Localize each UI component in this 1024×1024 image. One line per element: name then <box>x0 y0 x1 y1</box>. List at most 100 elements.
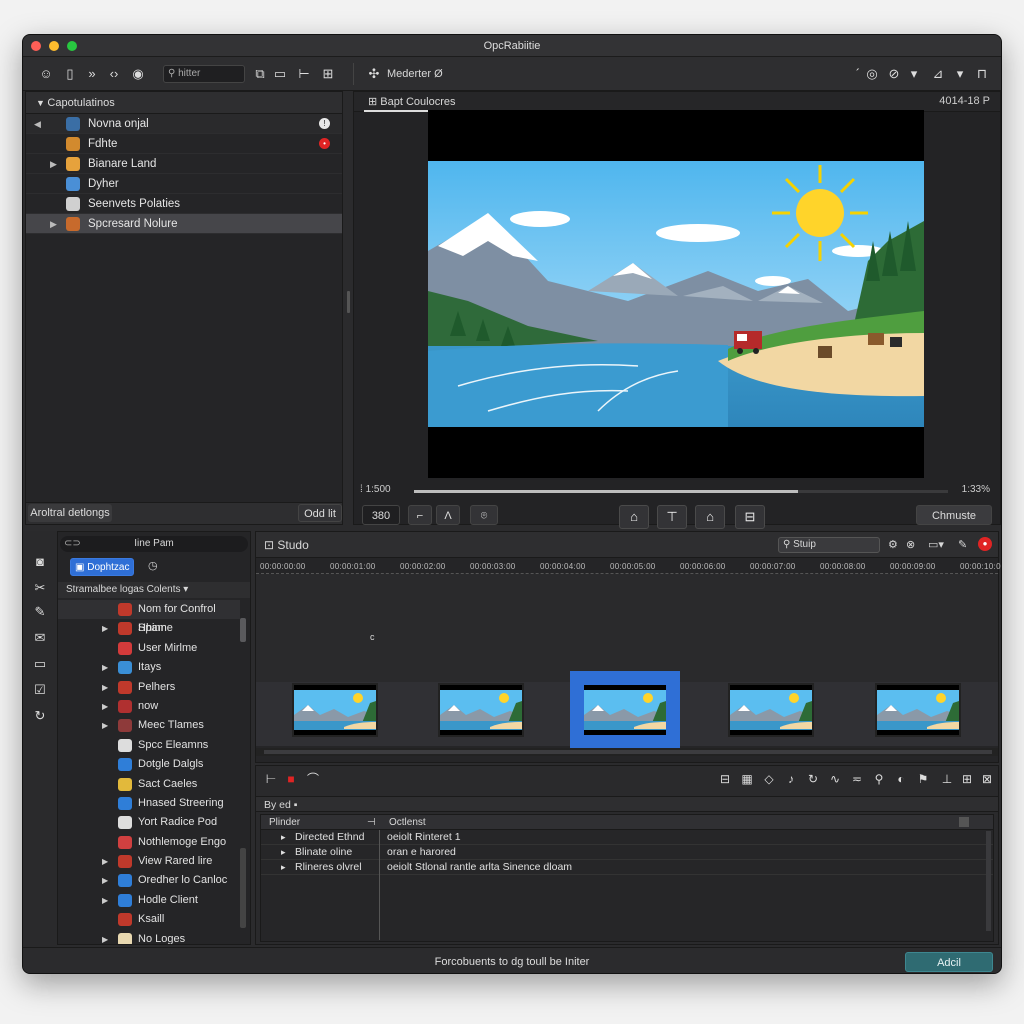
project-item[interactable]: Dyher <box>26 174 342 194</box>
library-item[interactable]: Sact Caeles <box>58 775 240 794</box>
expand-arrow-icon[interactable]: ▶ <box>102 678 108 697</box>
library-item[interactable]: Ksaill <box>58 910 240 929</box>
table-settings-icon[interactable] <box>959 817 969 827</box>
target-icon[interactable]: ◎ <box>863 65 881 83</box>
library-item[interactable]: Spcc Eleamns <box>58 736 240 755</box>
record-icon[interactable]: ◉ <box>129 65 147 83</box>
arc-icon[interactable]: ⌒ <box>306 772 320 786</box>
export-icon[interactable]: ⊞ <box>319 65 337 83</box>
property-value[interactable]: oeiolt Stlonal rantle arlta Sinence dloa… <box>387 860 572 875</box>
edit-icon[interactable]: ⊘ <box>885 65 903 83</box>
split-icon[interactable]: ⊢ <box>295 65 313 83</box>
expand-arrow-icon[interactable]: ▶ <box>102 697 108 716</box>
scissors-icon[interactable]: ✂ <box>31 579 49 597</box>
monitor-icon[interactable]: ▭ <box>31 655 49 673</box>
col-left-header[interactable]: Plinder <box>269 815 300 830</box>
crop-button[interactable]: ⌐ <box>408 505 432 525</box>
eq-icon[interactable]: ≂ <box>850 772 864 786</box>
project-item[interactable]: Fdhte • <box>26 134 342 154</box>
levels-icon[interactable]: ⊿ <box>929 65 947 83</box>
trim-icon[interactable]: ⊢ <box>264 772 278 786</box>
library-item[interactable]: ▶ Meec Tlames <box>58 716 240 735</box>
clip-icon[interactable]: ▭ <box>271 65 289 83</box>
timeline-ruler[interactable]: 00:00:00:00 00:00:01:00 00:00:02:00 00:00:0… <box>256 558 1001 574</box>
effects-button[interactable]: ⌾ <box>470 505 498 525</box>
zoom-icon[interactable]: ⚲ <box>872 772 886 786</box>
smiley-icon[interactable]: ☺ <box>37 65 55 83</box>
marker-flag-icon[interactable]: ⚑ <box>916 772 930 786</box>
video-frame[interactable] <box>428 110 924 478</box>
timeline-clip-thumbnail[interactable] <box>875 683 961 737</box>
library-tab[interactable]: ▣ Dophtzac <box>70 558 134 576</box>
project-item[interactable]: ▶ Bianare Land <box>26 154 342 174</box>
library-item[interactable]: ▶ No Loges <box>58 930 240 944</box>
grid-icon[interactable]: ▦ <box>740 772 754 786</box>
playhead-track[interactable] <box>414 490 948 493</box>
library-scrollbar[interactable] <box>240 618 246 642</box>
edit-box-icon[interactable]: ☑ <box>31 681 49 699</box>
expand-arrow-icon[interactable]: ▶ <box>102 658 108 677</box>
timeline-search-input[interactable]: ⚲ Stuip <box>778 537 880 553</box>
expand-arrow-icon[interactable]: ▶ <box>102 891 108 910</box>
clock-icon[interactable]: ◷ <box>148 559 158 572</box>
timeline-clip-thumbnail[interactable] <box>728 683 814 737</box>
pen-icon[interactable]: ✎ <box>31 603 49 621</box>
toolbar-search-input[interactable]: ⚲ hitter <box>163 65 245 83</box>
expand-arrow-icon[interactable]: ▸ <box>281 830 286 845</box>
library-item[interactable]: ▶ Oredher lo Canloc <box>58 871 240 890</box>
library-item[interactable]: Nom for Confrol Hhinn <box>58 600 240 634</box>
frame-rate-field[interactable]: 380 <box>362 505 400 525</box>
code-icon[interactable]: ‹› <box>105 65 123 83</box>
library-item[interactable]: ▶ Spame <box>58 619 240 638</box>
viewer-tab[interactable]: ⊞ Bapt Coulocres <box>364 92 478 112</box>
timeline-clip-thumbnail[interactable] <box>582 683 668 737</box>
transform-button[interactable]: Λ <box>436 505 460 525</box>
project-item[interactable]: Seenvets Polaties <box>26 194 342 214</box>
library-item[interactable]: Dotgle Dalgls <box>58 755 240 774</box>
mail-icon[interactable]: ✉ <box>31 629 49 647</box>
timeline-scrollbar[interactable] <box>256 748 998 756</box>
property-row[interactable]: ▸ Rlineres olvrel oeiolt Stlonal rantle ar… <box>261 860 993 875</box>
link-icon[interactable]: ⊗ <box>906 538 915 551</box>
wave-icon[interactable]: ∿ <box>828 772 842 786</box>
expand-arrow-icon[interactable]: ▸ <box>281 860 286 875</box>
share-icon[interactable]: ⊠ <box>980 772 994 786</box>
package-icon[interactable]: ⊞ <box>960 772 974 786</box>
expand-arrow-icon[interactable]: ▶ <box>102 619 108 638</box>
vertical-splitter[interactable] <box>347 291 350 313</box>
hammer-icon[interactable]: ⊤ <box>657 505 687 529</box>
apply-button[interactable]: Adcil <box>905 952 993 972</box>
pin-icon[interactable]: ⊥ <box>940 772 954 786</box>
home-icon[interactable]: ⌂ <box>695 505 725 529</box>
tag-icon[interactable]: ◇ <box>762 772 776 786</box>
library-item[interactable]: Yort Radice Pod <box>58 813 240 832</box>
timeline-empty-track[interactable]: c <box>256 574 998 682</box>
pen-tool-icon[interactable]: ✎ <box>958 538 967 551</box>
timeline-clip-thumbnail[interactable] <box>438 683 524 737</box>
apply-view-button[interactable]: Chmuste <box>916 505 992 525</box>
record-button[interactable]: ● <box>978 537 992 551</box>
dropdown-icon[interactable]: ▾ <box>951 65 969 83</box>
expand-arrow-icon[interactable]: ▶ <box>50 154 57 174</box>
library-item[interactable]: User Mirlme <box>58 639 240 658</box>
additional-settings-button[interactable]: Aroltral detlongs <box>28 504 112 522</box>
library-item[interactable]: ▶ Pelhers <box>58 678 240 697</box>
property-row[interactable]: ▸ Blinate oline oran e harored <box>261 845 993 860</box>
monitor-out-icon[interactable]: ⊟ <box>718 772 732 786</box>
expand-arrow-icon[interactable]: ▶ <box>102 930 108 944</box>
col-right-header[interactable]: Octlenst <box>389 815 426 830</box>
project-item[interactable]: ◀ Novna onjal! <box>26 114 342 134</box>
add-item-button[interactable]: Odd lit <box>298 504 342 522</box>
library-item[interactable]: Nothlemoge Engo <box>58 833 240 852</box>
document-icon[interactable]: ▯ <box>61 65 79 83</box>
library-toggle[interactable]: ⊂⊃ <box>64 536 81 552</box>
project-item[interactable]: ▶ Spcresard Nolure <box>26 214 342 234</box>
property-value[interactable]: oran e harored <box>387 845 456 860</box>
lock-icon[interactable]: ⊓ <box>973 65 991 83</box>
property-row[interactable]: ▸ Directed Ethnd oeiolt Rinteret 1 <box>261 830 993 845</box>
library-item[interactable]: ▶ Hodle Client <box>58 891 240 910</box>
property-value[interactable]: oeiolt Rinteret 1 <box>387 830 461 845</box>
properties-filter[interactable]: By ed ▪ <box>256 796 998 812</box>
library-item[interactable]: ▶ now <box>58 697 240 716</box>
minus-square-icon[interactable]: ⊟ <box>735 505 765 529</box>
